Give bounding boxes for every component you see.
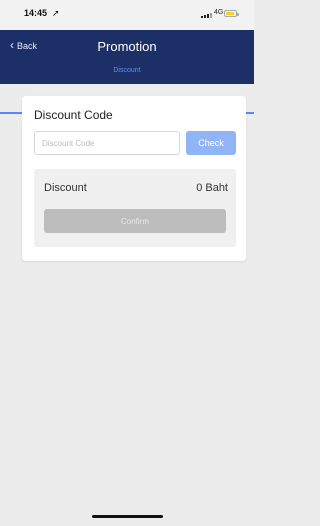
home-indicator[interactable] [92, 515, 163, 518]
battery-level [226, 12, 234, 15]
signal-icon [201, 12, 212, 18]
status-bar: 14:45 ➚ 4G [0, 0, 254, 30]
status-time: 14:45 [24, 8, 48, 18]
discount-code-input[interactable] [34, 131, 180, 155]
battery-icon [224, 10, 239, 17]
check-button[interactable]: Check [186, 131, 236, 155]
network-type: 4G [214, 9, 224, 16]
tab-discount[interactable]: Discount [0, 67, 254, 74]
confirm-button[interactable]: Confirm [44, 209, 226, 233]
location-arrow-icon: ➚ [52, 8, 60, 18]
navigation-bar: ‹ Back Promotion Discount [0, 30, 254, 114]
page-title: Promotion [97, 39, 157, 54]
discount-label: Discount [44, 182, 87, 194]
section-title: Discount Code [34, 108, 113, 122]
discount-summary: Discount 0 Baht Confirm [34, 169, 236, 247]
discount-amount: 0 Baht [196, 182, 228, 194]
discount-card: Discount Code Check Discount 0 Baht Conf… [22, 96, 246, 261]
battery-tip [237, 13, 239, 16]
